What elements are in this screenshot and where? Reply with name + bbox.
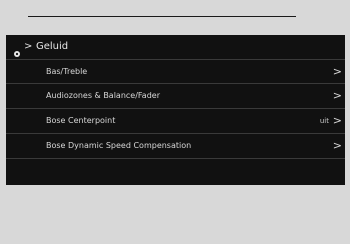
settings-menu: Bas/Treble > Audiozones & Balance/Fader … [6, 59, 345, 159]
chevron-right-icon: > [332, 139, 342, 152]
menu-item-label: Audiozones & Balance/Fader [46, 91, 160, 100]
menu-item-label: Bose Dynamic Speed Compensation [46, 141, 192, 150]
menu-item-label: Bose Centerpoint [46, 116, 116, 125]
frame-edge-line [28, 16, 296, 17]
menu-item-bose-centerpoint[interactable]: Bose Centerpoint uit > [6, 109, 345, 134]
menu-item-bose-dynamic-speed-compensation[interactable]: Bose Dynamic Speed Compensation > [6, 134, 345, 159]
device-frame-top [0, 0, 350, 17]
device-frame-bottom [0, 185, 350, 244]
chevron-right-icon: > [332, 65, 342, 78]
menu-item-label: Bas/Treble [46, 67, 88, 76]
infotainment-screen: > Geluid Bas/Treble > Audiozones & Balan… [6, 35, 345, 185]
chevron-right-icon: > [332, 89, 342, 102]
chevron-right-icon: > [332, 114, 342, 127]
gear-icon[interactable] [13, 43, 21, 57]
breadcrumb-separator: > [24, 41, 33, 52]
centerpoint-state: uit [319, 117, 329, 125]
header-bar: > Geluid [6, 35, 345, 59]
menu-item-bass-treble[interactable]: Bas/Treble > [6, 59, 345, 84]
page-title: Geluid [36, 41, 69, 52]
menu-item-audiozones-balance-fader[interactable]: Audiozones & Balance/Fader > [6, 84, 345, 109]
